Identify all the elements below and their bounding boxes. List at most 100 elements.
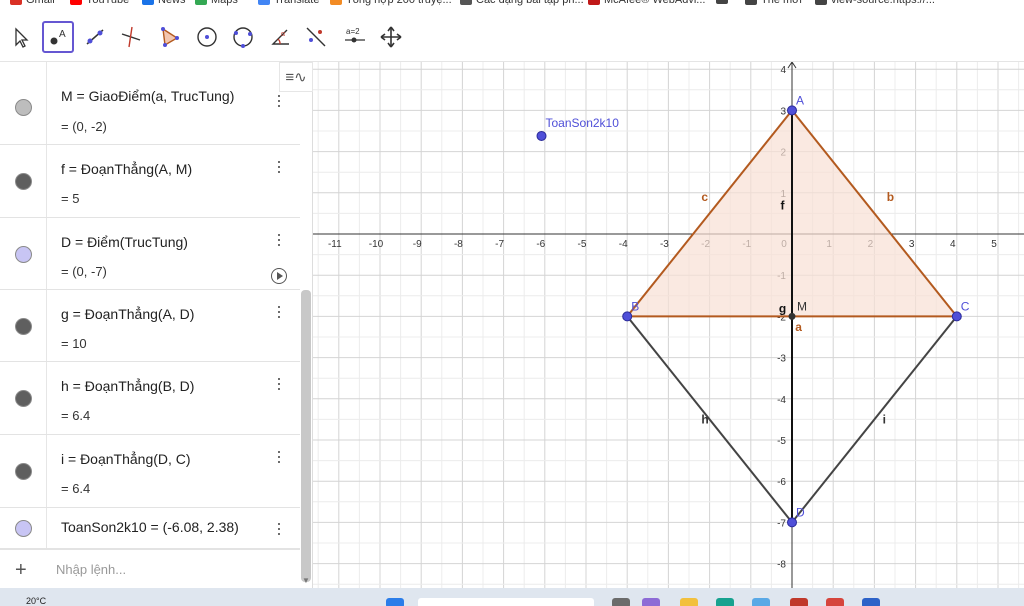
angle-tool-button[interactable]: α xyxy=(264,21,296,53)
edge-icon[interactable] xyxy=(716,598,734,606)
algebra-row[interactable]: M = GiaoĐiểm(a, TrucTung) = (0, -2) · · · xyxy=(0,62,300,145)
move-graphics-tool-button[interactable] xyxy=(375,21,407,53)
app-icon[interactable] xyxy=(862,598,880,606)
search-box[interactable] xyxy=(418,598,594,606)
start-icon[interactable] xyxy=(386,598,404,606)
bookmark-label: YouTube xyxy=(86,0,130,6)
algebra-input-row[interactable]: + Nhập lệnh... xyxy=(0,549,300,588)
segment-label: i xyxy=(883,413,886,427)
algebra-row[interactable]: g = ĐoạnThẳng(A, D) = 10 · · · xyxy=(0,290,300,362)
app-icon[interactable] xyxy=(642,598,660,606)
visibility-dot-icon[interactable] xyxy=(15,390,32,407)
x-tick-label: 4 xyxy=(950,239,956,250)
algebra-definition[interactable]: g = ĐoạnThẳng(A, D) xyxy=(61,306,194,322)
mcafee-icon xyxy=(588,0,600,5)
algebra-value: = 6.4 xyxy=(61,408,91,423)
visibility-dot-icon[interactable] xyxy=(15,318,32,335)
more-options-icon[interactable]: · · · xyxy=(273,297,285,325)
circle-3-points-tool-button[interactable] xyxy=(227,21,259,53)
perpendicular-line-tool-button[interactable] xyxy=(115,21,147,53)
x-tick-label: -7 xyxy=(495,239,504,250)
algebra-style-toggle-button[interactable]: ≡∿ xyxy=(279,62,313,92)
point-tool-button[interactable]: A xyxy=(42,21,74,53)
maps-icon xyxy=(195,0,207,5)
bookmark-item[interactable]: Các dạng bài tập ph... xyxy=(460,0,584,6)
x-tick-label: 3 xyxy=(909,239,915,250)
algebra-scrollbar[interactable] xyxy=(301,290,311,582)
algebra-definition[interactable]: D = Điểm(TrucTung) xyxy=(61,234,188,250)
polygon-tool-button[interactable] xyxy=(153,21,185,53)
slider-tool-button[interactable]: a=2 xyxy=(339,21,371,53)
bookmark-item[interactable] xyxy=(716,0,732,4)
visibility-dot-icon[interactable] xyxy=(15,246,32,263)
algebra-definition[interactable]: ToanSon2k10 = (-6.08, 2.38) xyxy=(61,519,239,535)
algebra-row[interactable]: h = ĐoạnThẳng(B, D) = 6.4 · · · xyxy=(0,362,300,435)
move-arrows-icon xyxy=(380,26,402,48)
more-options-icon[interactable]: · · · xyxy=(273,514,285,542)
point-m[interactable] xyxy=(788,312,796,320)
line-icon xyxy=(86,29,104,45)
weather-widget[interactable]: 20°C xyxy=(26,596,46,606)
bookmark-label: Gmail xyxy=(26,0,55,6)
bookmark-item[interactable]: YouTube xyxy=(70,0,129,6)
app-icon[interactable] xyxy=(612,598,630,606)
bookmark-item[interactable]: Translate xyxy=(258,0,319,6)
algebra-definition[interactable]: h = ĐoạnThẳng(B, D) xyxy=(61,378,194,394)
point-label: ToanSon2k10 xyxy=(546,116,620,130)
algebra-row[interactable]: D = Điểm(TrucTung) = (0, -7) · · · xyxy=(0,218,300,290)
visibility-toggle[interactable] xyxy=(0,508,47,548)
perpendicular-icon xyxy=(121,26,141,48)
algebra-row[interactable]: i = ĐoạnThẳng(D, C) = 6.4 · · · xyxy=(0,435,300,508)
algebra-row[interactable]: ToanSon2k10 = (-6.08, 2.38) · · · xyxy=(0,508,300,549)
graphics-view[interactable]: -11-10-9-8-7-6-5-4-3-2-10123454321-1-2-3… xyxy=(313,62,1024,588)
visibility-toggle[interactable] xyxy=(0,290,47,361)
polygon-icon xyxy=(161,27,179,47)
x-tick-label: 5 xyxy=(991,239,997,250)
add-icon[interactable]: + xyxy=(15,559,27,582)
cursor-arrow-icon xyxy=(15,27,29,48)
app-icon[interactable] xyxy=(790,598,808,606)
visibility-toggle[interactable] xyxy=(0,435,47,507)
bookmark-item[interactable]: News xyxy=(142,0,186,6)
visibility-toggle[interactable] xyxy=(0,62,47,144)
play-icon[interactable] xyxy=(271,268,287,284)
visibility-dot-icon[interactable] xyxy=(15,463,32,480)
line-tool-button[interactable] xyxy=(79,21,111,53)
bookmark-item[interactable]: Thế mới xyxy=(745,0,802,6)
point-toanson2k10[interactable] xyxy=(536,130,547,141)
point-icon: A xyxy=(50,29,66,45)
visibility-dot-icon[interactable] xyxy=(15,173,32,190)
algebra-definition[interactable]: f = ĐoạnThẳng(A, M) xyxy=(61,161,192,177)
circle-tool-button[interactable] xyxy=(191,21,223,53)
scroll-down-icon[interactable]: ▼ xyxy=(302,576,310,585)
algebra-input-placeholder[interactable]: Nhập lệnh... xyxy=(56,562,126,577)
visibility-dot-icon[interactable] xyxy=(15,99,32,116)
more-options-icon[interactable]: · · · xyxy=(273,225,285,253)
x-tick-label: -10 xyxy=(369,239,384,250)
algebra-definition[interactable]: M = GiaoĐiểm(a, TrucTung) xyxy=(61,88,234,104)
algebra-definition[interactable]: i = ĐoạnThẳng(D, C) xyxy=(61,451,191,467)
more-options-icon[interactable]: · · · xyxy=(273,442,285,470)
more-options-icon[interactable]: · · · xyxy=(273,369,285,397)
more-options-icon[interactable]: · · · xyxy=(273,152,285,180)
bookmark-item[interactable]: McAfee® WebAdvi... xyxy=(588,0,705,6)
more-options-icon[interactable]: · · · xyxy=(273,86,285,114)
y-tick-label: 3 xyxy=(780,106,786,117)
visibility-toggle[interactable] xyxy=(0,218,47,289)
app-icon[interactable] xyxy=(752,598,770,606)
algebra-value: = (0, -2) xyxy=(61,119,107,134)
chrome-icon[interactable] xyxy=(826,598,844,606)
visibility-toggle[interactable] xyxy=(0,362,47,434)
visibility-toggle[interactable] xyxy=(0,145,47,217)
bookmark-item[interactable]: view-source:https://... xyxy=(815,0,935,6)
bookmark-item[interactable]: Tổng hợp 200 truyệ... xyxy=(330,0,452,6)
visibility-dot-icon[interactable] xyxy=(15,520,32,537)
bookmark-item[interactable]: Maps xyxy=(195,0,238,6)
bookmark-item[interactable]: Gmail xyxy=(10,0,55,6)
move-tool-button[interactable] xyxy=(4,21,36,53)
algebra-row[interactable]: f = ĐoạnThẳng(A, M) = 5 · · · xyxy=(0,145,300,218)
folder-icon[interactable] xyxy=(680,598,698,606)
y-tick-label: -5 xyxy=(777,436,786,447)
reflect-tool-button[interactable] xyxy=(300,21,332,53)
algebra-value: = (0, -7) xyxy=(61,264,107,279)
